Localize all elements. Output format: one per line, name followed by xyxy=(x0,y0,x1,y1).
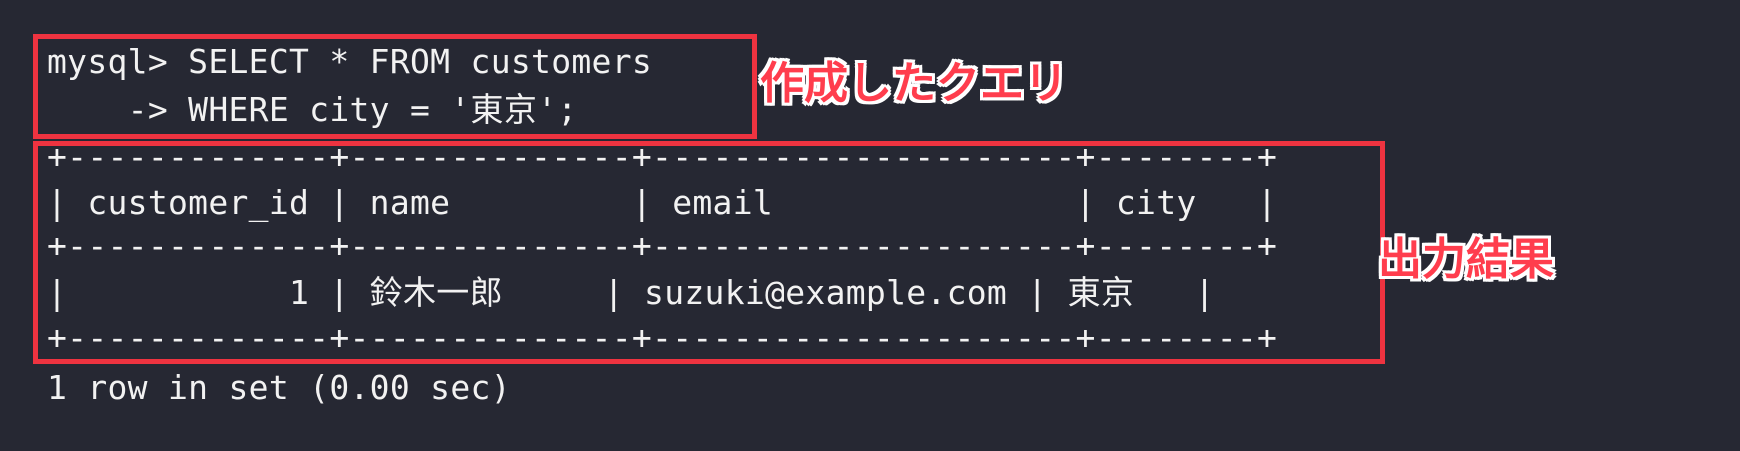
query-highlight-box xyxy=(33,34,757,139)
result-annotation-label: 出力結果 xyxy=(1378,234,1554,285)
result-highlight-box xyxy=(33,141,1385,364)
status-line: 1 row in set (0.00 sec) xyxy=(47,368,511,407)
terminal-window[interactable]: mysql> SELECT * FROM customers -> WHERE … xyxy=(0,0,1740,451)
query-annotation-label: 作成したクエリ xyxy=(760,58,1068,109)
